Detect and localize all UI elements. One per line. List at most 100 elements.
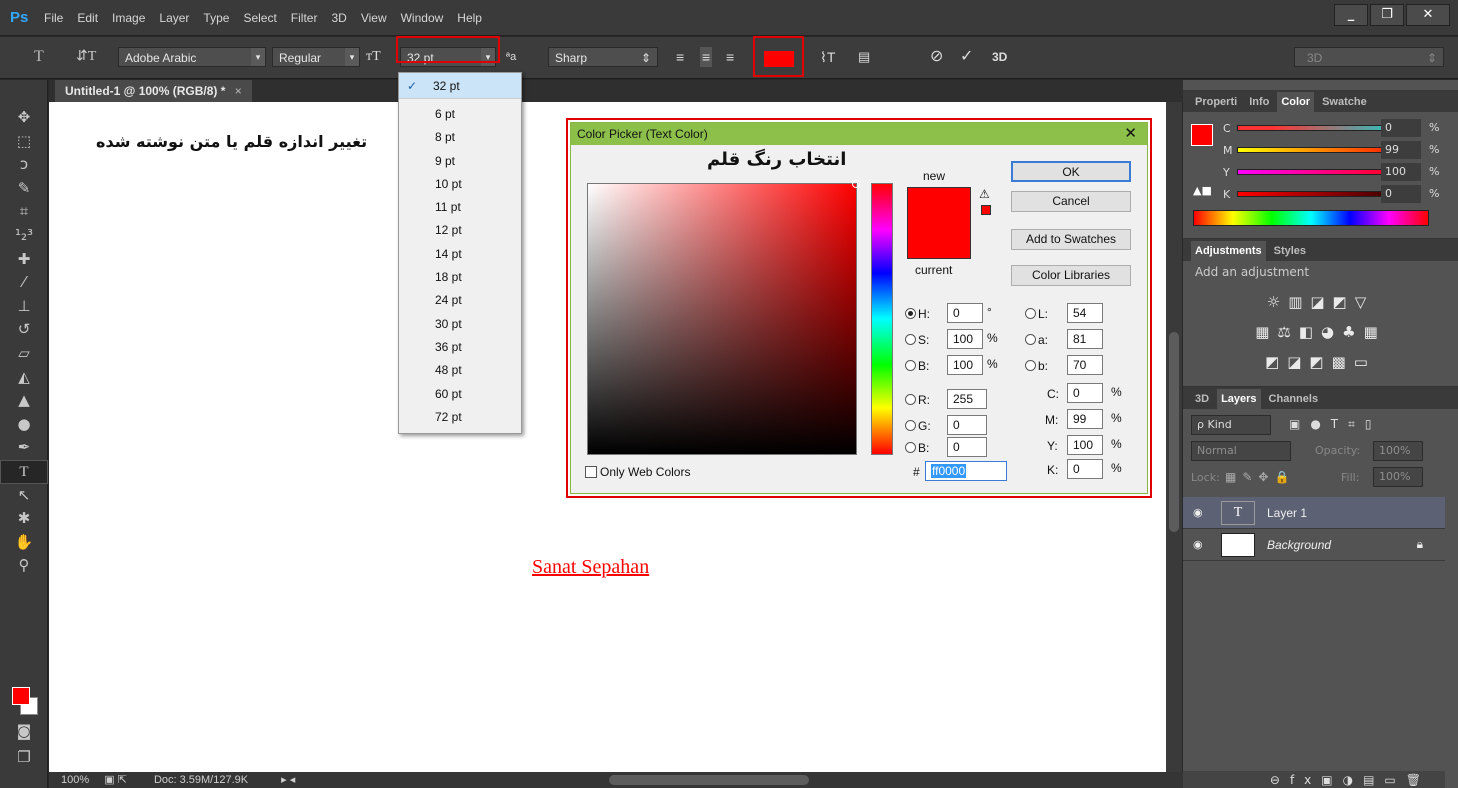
s-radio[interactable]: S: — [905, 333, 929, 347]
size-option[interactable]: 12 pt — [399, 219, 521, 242]
r-radio[interactable]: R: — [905, 393, 930, 407]
blend-mode-select[interactable]: Normal — [1191, 441, 1291, 461]
screen-mode-icon[interactable]: ❐ — [0, 746, 48, 770]
status-arrow-icon[interactable]: ▸ ◂ — [281, 774, 295, 786]
align-right-icon[interactable]: ≡ — [726, 47, 734, 67]
eraser-tool-icon[interactable]: ▱ — [0, 342, 48, 366]
eyedropper-tool-icon[interactable]: ¹₂³ — [0, 224, 48, 248]
size-option[interactable]: 10 pt — [399, 173, 521, 196]
eye-icon[interactable]: ◉ — [1193, 538, 1203, 551]
r-field[interactable]: 255 — [947, 389, 987, 409]
out-of-gamut-warning-icon[interactable]: ⚠ — [979, 187, 990, 201]
s-field[interactable]: 100 — [947, 329, 983, 349]
size-option[interactable]: 60 pt — [399, 383, 521, 406]
gamut-warning-icon[interactable]: ▲■ — [1193, 184, 1212, 197]
size-option[interactable]: 8 pt — [399, 126, 521, 149]
dodge-tool-icon[interactable]: ● — [0, 413, 48, 437]
m-value[interactable]: 99 — [1381, 141, 1421, 159]
canvas-text-layer[interactable]: Sanat Sepahan — [532, 556, 649, 579]
lab-b-radio[interactable]: b: — [1025, 359, 1048, 373]
menu-select[interactable]: Select — [243, 11, 276, 25]
size-option[interactable]: 48 pt — [399, 359, 521, 382]
marquee-tool-icon[interactable]: ⬚ — [0, 130, 48, 154]
pen-tool-icon[interactable]: ✒ — [0, 436, 48, 460]
ok-button[interactable]: OK — [1011, 161, 1131, 182]
stamp-tool-icon[interactable]: ⊥ — [0, 295, 48, 319]
tab-layers[interactable]: Layers — [1217, 389, 1261, 409]
opacity-field[interactable]: 100% — [1373, 441, 1423, 461]
vertical-scrollbar[interactable] — [1166, 102, 1182, 772]
menu-file[interactable]: File — [44, 11, 63, 25]
k-value[interactable]: 0 — [1381, 185, 1421, 203]
hex-field[interactable]: ff0000 — [925, 461, 1007, 481]
add-to-swatches-button[interactable]: Add to Swatches — [1011, 229, 1131, 250]
layer-name[interactable]: Layer 1 — [1267, 506, 1307, 520]
c-value[interactable]: 0 — [1381, 119, 1421, 137]
tab-styles[interactable]: Styles — [1270, 241, 1310, 261]
align-left-icon[interactable]: ≡ — [676, 47, 684, 67]
healing-tool-icon[interactable]: ✚ — [0, 248, 48, 272]
tab-3d[interactable]: 3D — [1191, 389, 1213, 409]
gamut-color-swatch[interactable] — [981, 205, 991, 215]
menu-image[interactable]: Image — [112, 11, 145, 25]
font-style-select[interactable]: Regular ▾ — [272, 47, 360, 67]
color-cursor[interactable] — [852, 180, 860, 188]
font-family-select[interactable]: Adobe Arabic ▾ — [118, 47, 266, 67]
h-field[interactable]: 0 — [947, 303, 983, 323]
layer-filter-icons[interactable]: ▣●T⌗▯ — [1289, 417, 1382, 432]
type-tool-icon[interactable]: T — [0, 459, 48, 484]
restore-button[interactable]: ❐ — [1370, 4, 1404, 26]
menu-filter[interactable]: Filter — [291, 11, 318, 25]
layer-row-layer1[interactable]: ◉ T Layer 1 — [1183, 497, 1445, 529]
b-field[interactable]: 100 — [947, 355, 983, 375]
size-option[interactable]: 11 pt — [399, 196, 521, 219]
quick-select-tool-icon[interactable]: ✎ — [0, 177, 48, 201]
horizontal-scroll-thumb[interactable] — [609, 775, 809, 785]
h-radio[interactable]: H: — [905, 307, 930, 321]
crop-tool-icon[interactable]: ⌗ — [0, 200, 48, 224]
g-radio[interactable]: G: — [905, 419, 931, 433]
size-option[interactable]: 18 pt — [399, 266, 521, 289]
menu-window[interactable]: Window — [401, 11, 444, 25]
brush-tool-icon[interactable]: ⁄ — [0, 271, 48, 295]
close-window-button[interactable]: ✕ — [1406, 4, 1450, 26]
lab-b-field[interactable]: 70 — [1067, 355, 1103, 375]
m-field[interactable]: 99 — [1067, 409, 1103, 429]
b-radio[interactable]: B: — [905, 359, 929, 373]
character-panel-icon[interactable]: ▤ — [858, 47, 870, 67]
hand-tool-icon[interactable]: ✋ — [0, 531, 48, 555]
b2-radio[interactable]: B: — [905, 441, 929, 455]
minimize-button[interactable]: _ — [1334, 4, 1368, 26]
a-field[interactable]: 81 — [1067, 329, 1103, 349]
tab-adjustments[interactable]: Adjustments — [1191, 241, 1266, 261]
text-orientation-icon[interactable]: ⇵T — [76, 47, 96, 67]
size-option[interactable]: 72 pt — [399, 406, 521, 429]
size-option[interactable]: 9 pt — [399, 150, 521, 173]
size-option[interactable]: 30 pt — [399, 313, 521, 336]
cancel-button[interactable]: Cancel — [1011, 191, 1131, 212]
g-field[interactable]: 0 — [947, 415, 987, 435]
eye-icon[interactable]: ◉ — [1193, 506, 1203, 519]
size-option[interactable]: 36 pt — [399, 336, 521, 359]
b2-field[interactable]: 0 — [947, 437, 987, 457]
create-3d-button[interactable]: 3D — [992, 47, 1007, 67]
l-radio[interactable]: L: — [1025, 307, 1048, 321]
shape-tool-icon[interactable]: ✱ — [0, 507, 48, 531]
layers-bottom-toolbar[interactable]: ⊖fx▣◑▤▭🗑 — [1183, 771, 1445, 788]
paint-bucket-icon[interactable]: ◭ — [0, 366, 48, 390]
lock-icons[interactable]: ▦✎✥🔒 — [1225, 470, 1295, 484]
menu-3d[interactable]: 3D — [331, 11, 346, 25]
zoom-level[interactable]: 100% — [61, 774, 89, 786]
adjustment-icons-row-2[interactable]: ▦⚖◧◕♣▦ — [1183, 323, 1458, 341]
a-radio[interactable]: a: — [1025, 333, 1048, 347]
tab-swatches[interactable]: Swatche — [1318, 92, 1371, 112]
menu-help[interactable]: Help — [457, 11, 482, 25]
close-tab-icon[interactable]: × — [235, 84, 242, 98]
quick-mask-icon[interactable]: ◙ — [0, 720, 48, 744]
only-web-colors-checkbox[interactable]: Only Web Colors — [585, 465, 690, 479]
warp-text-icon[interactable]: ⌇T — [820, 47, 835, 67]
size-option[interactable]: 14 pt — [399, 243, 521, 266]
tab-properties[interactable]: Properti — [1191, 92, 1241, 112]
menu-layer[interactable]: Layer — [159, 11, 189, 25]
color-spectrum-bar[interactable] — [1193, 210, 1429, 226]
